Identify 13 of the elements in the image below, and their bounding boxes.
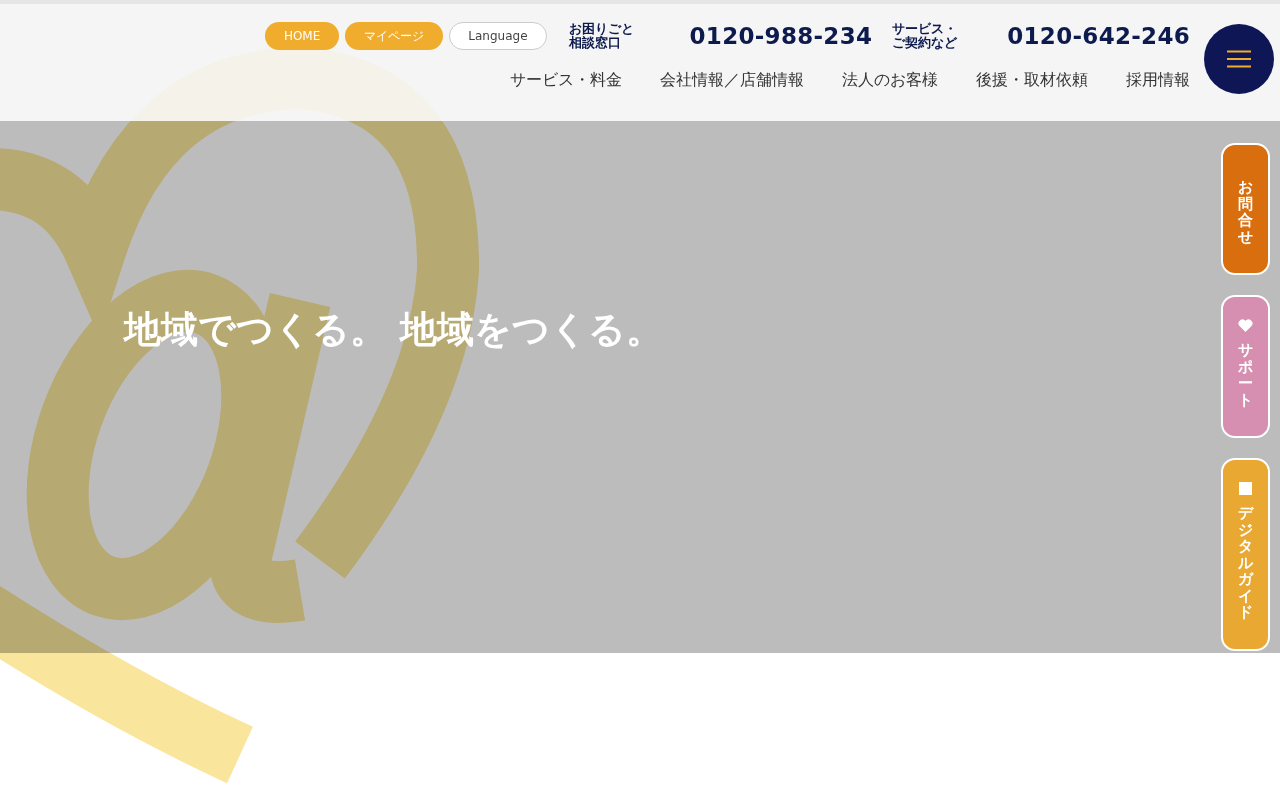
nav-link[interactable]: 後援・取材依頼 [976, 69, 1088, 91]
heart-icon [1238, 319, 1253, 332]
language-button[interactable]: Language [449, 22, 547, 50]
menu-icon [1227, 50, 1251, 68]
nav-link[interactable]: サービス・料金 [510, 69, 622, 91]
square-icon [1239, 482, 1252, 495]
phone-number: 0120-988-234 [689, 23, 873, 49]
contact-label: サービス・ ご契約など [892, 22, 958, 50]
contact-label: お困りごと 相談窓口 [568, 22, 634, 50]
nav-link[interactable]: 採用情報 [1126, 69, 1190, 91]
phone-number: 0120-642-246 [1007, 23, 1190, 49]
nav-link[interactable]: 会社情報／店舗情報 [660, 69, 804, 91]
nav-link[interactable]: 法人のお客様 [842, 69, 938, 91]
